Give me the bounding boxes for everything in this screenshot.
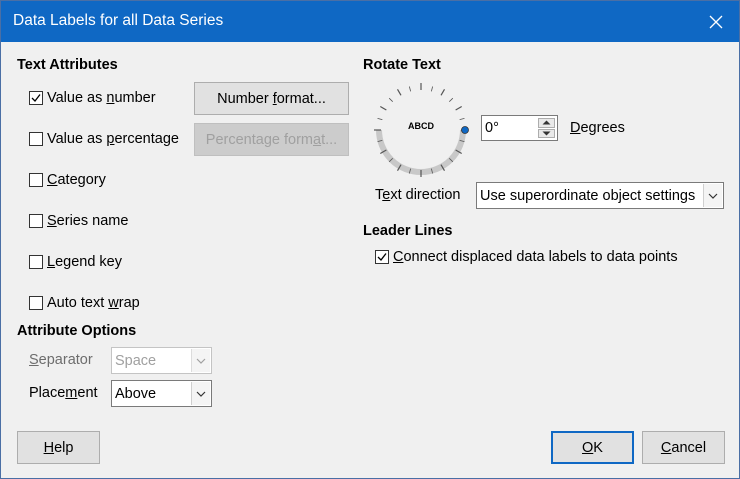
connect-leader-lines-label: Connect displaced data labels to data po… (393, 249, 678, 265)
degrees-value: 0° (485, 120, 499, 136)
checkbox-box (29, 296, 43, 310)
percentage-format-button[interactable]: Percentage format... (194, 123, 349, 156)
series-name-checkbox[interactable]: Series name (29, 213, 128, 229)
value-as-number-label: Value as number (47, 90, 156, 106)
checkbox-box (29, 255, 43, 269)
connect-leader-lines-checkbox[interactable]: Connect displaced data labels to data po… (375, 249, 678, 265)
legend-key-checkbox[interactable]: Legend key (29, 254, 122, 270)
leader-lines-heading: Leader Lines (363, 223, 453, 239)
auto-text-wrap-label: Auto text wrap (47, 295, 140, 311)
cancel-button[interactable]: Cancel (642, 431, 725, 464)
rotation-dial[interactable]: ABCD (372, 81, 470, 179)
checkmark-icon (377, 253, 387, 261)
category-label: Category (47, 172, 106, 188)
checkbox-box (375, 250, 389, 264)
chevron-down-icon[interactable] (703, 184, 722, 207)
attribute-options-heading: Attribute Options (17, 323, 137, 339)
degrees-label: Degrees (570, 120, 625, 136)
value-as-number-checkbox[interactable]: Value as number (29, 90, 156, 106)
category-checkbox[interactable]: Category (29, 172, 106, 188)
close-icon (709, 15, 723, 28)
checkmark-icon (31, 94, 41, 102)
separator-value: Space (115, 352, 157, 369)
ok-button[interactable]: OK (551, 431, 634, 464)
degrees-spinbox[interactable]: 0° (481, 115, 558, 141)
help-button[interactable]: Help (17, 431, 100, 464)
chevron-down-icon[interactable] (191, 382, 210, 405)
placement-label: Placement (29, 385, 98, 401)
checkbox-box (29, 173, 43, 187)
separator-label: Separator (29, 352, 93, 368)
auto-text-wrap-checkbox[interactable]: Auto text wrap (29, 295, 140, 311)
spin-up-icon[interactable] (538, 118, 555, 128)
text-attributes-heading: Text Attributes (17, 57, 118, 73)
value-as-percentage-checkbox[interactable]: Value as percentage (29, 131, 179, 147)
close-button[interactable] (693, 1, 739, 42)
dialog-window: Data Labels for all Data Series Text Att… (0, 0, 740, 479)
separator-select[interactable]: Space (111, 347, 212, 374)
text-direction-select[interactable]: Use superordinate object settings (476, 182, 724, 209)
dialog-title: Data Labels for all Data Series (13, 12, 224, 29)
value-as-percentage-label: Value as percentage (47, 131, 179, 147)
series-name-label: Series name (47, 213, 129, 229)
checkbox-box (29, 91, 43, 105)
title-bar[interactable]: Data Labels for all Data Series (1, 1, 739, 42)
text-direction-value: Use superordinate object settings (480, 187, 696, 204)
checkbox-box (29, 214, 43, 228)
checkbox-box (29, 132, 43, 146)
spin-down-icon[interactable] (538, 128, 555, 138)
text-direction-label: Text direction (375, 187, 461, 203)
legend-key-label: Legend key (47, 254, 122, 270)
placement-select[interactable]: Above (111, 380, 212, 407)
chevron-down-icon[interactable] (191, 349, 210, 372)
placement-value: Above (115, 385, 157, 402)
rotate-text-heading: Rotate Text (363, 57, 441, 73)
number-format-button[interactable]: Number format... (194, 82, 349, 115)
dial-text: ABCD (408, 121, 434, 131)
